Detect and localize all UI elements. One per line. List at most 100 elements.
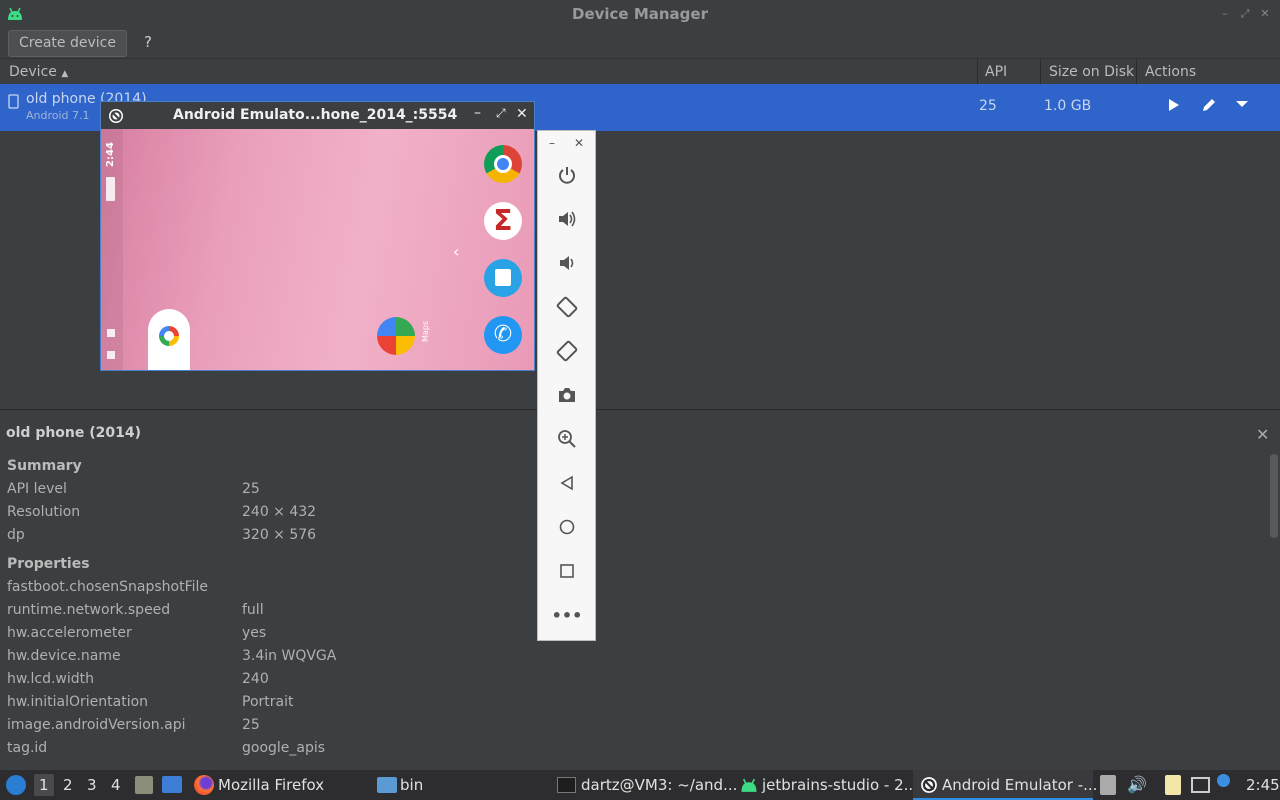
edit-icon[interactable] <box>1201 97 1217 113</box>
overview-icon[interactable] <box>550 556 584 586</box>
device-api: 25 <box>979 98 997 114</box>
emulator-title-bar[interactable]: Android Emulato...hone_2014_:5554 – ⤢ ✕ <box>101 102 534 129</box>
emulator-close-icon[interactable]: ✕ <box>516 106 528 122</box>
device-size: 1.0 GB <box>1044 98 1092 114</box>
start-menu-icon[interactable] <box>6 775 26 795</box>
summary-value: 320 × 576 <box>242 527 317 543</box>
property-value: yes <box>242 625 267 641</box>
workspace-4[interactable]: 4 <box>111 770 121 800</box>
property-label: hw.accelerometer <box>7 625 132 641</box>
minimize-icon[interactable]: – <box>1219 8 1231 20</box>
details-panel: old phone (2014) ✕ Summary API level 25 … <box>0 410 1280 770</box>
workspace-2[interactable]: 2 <box>63 770 73 800</box>
create-device-button[interactable]: Create device <box>8 30 127 57</box>
notes-icon[interactable] <box>1165 775 1181 795</box>
help-button[interactable]: ? <box>140 30 156 55</box>
emulator-maximize-icon[interactable]: ⤢ <box>496 106 506 121</box>
property-label: runtime.network.speed <box>7 602 171 618</box>
summary-label: Resolution <box>7 504 81 520</box>
column-api[interactable]: API <box>985 59 1007 85</box>
sigma-icon[interactable]: Σ <box>484 202 522 240</box>
workspace-1[interactable]: 1 <box>39 770 49 800</box>
property-value: 240 <box>242 671 269 687</box>
rotate-left-icon[interactable] <box>550 292 584 322</box>
window-title: Device Manager <box>572 5 708 23</box>
properties-heading: Properties <box>7 556 90 572</box>
drawer-chevron-icon[interactable]: ‹ <box>453 242 459 261</box>
camera-icon[interactable] <box>550 380 584 410</box>
clipboard-icon[interactable] <box>1100 775 1116 795</box>
title-bar: Device Manager – ⤢ ✕ <box>0 0 1280 29</box>
property-label: fastboot.chosenSnapshotFile <box>7 579 209 595</box>
property-value: google_apis <box>242 740 326 756</box>
power-icon[interactable] <box>550 160 584 190</box>
maps-label: Maps <box>421 320 431 343</box>
property-label: hw.device.name <box>7 648 121 664</box>
task-android-studio[interactable]: jetbrains-studio - 2... <box>762 770 918 800</box>
back-icon[interactable] <box>550 468 584 498</box>
rotate-right-icon[interactable] <box>550 336 584 366</box>
task-bin[interactable]: bin <box>400 770 423 800</box>
column-device[interactable]: Device ▲ <box>9 59 68 85</box>
summary-heading: Summary <box>7 458 82 474</box>
summary-value: 240 × 432 <box>242 504 317 520</box>
device-subtitle: Android 7.1 <box>26 109 90 122</box>
workspace-3[interactable]: 3 <box>87 770 97 800</box>
volume-up-icon[interactable] <box>550 204 584 234</box>
home-icon[interactable] <box>550 512 584 542</box>
show-desktop-icon[interactable] <box>162 776 182 793</box>
restore-icon[interactable]: ⤢ <box>1239 8 1251 20</box>
details-scrollbar[interactable] <box>1270 454 1278 538</box>
chrome-icon[interactable] <box>484 145 522 183</box>
summary-label: API level <box>7 481 67 497</box>
battery-icon <box>106 177 115 201</box>
status-time: 2:44 <box>104 142 116 167</box>
file-manager-icon[interactable] <box>135 776 153 794</box>
update-notifier-icon[interactable] <box>1217 774 1230 787</box>
emulator-toolbar: – ✕ ••• <box>537 130 596 641</box>
zoom-icon[interactable] <box>550 424 584 454</box>
emulator-screen[interactable]: 2:44 Σ ✆ ‹ Maps <box>101 129 534 370</box>
maps-icon[interactable] <box>377 317 415 355</box>
folder-icon <box>377 777 397 793</box>
emulator-title: Android Emulato...hone_2014_:5554 <box>173 107 458 123</box>
network-icon[interactable] <box>1191 777 1210 793</box>
clock[interactable]: 2:45 <box>1246 770 1280 800</box>
google-icon <box>159 326 179 346</box>
property-value: 3.4in WQVGA <box>242 648 337 664</box>
chevron-down-icon[interactable] <box>1235 99 1249 109</box>
property-value: Portrait <box>242 694 294 710</box>
property-label: tag.id <box>7 740 48 756</box>
volume-down-icon[interactable] <box>550 248 584 278</box>
column-actions: Actions <box>1145 64 1197 80</box>
summary-label: dp <box>7 527 25 543</box>
launch-icon[interactable] <box>1167 98 1181 112</box>
property-label: image.androidVersion.api <box>7 717 186 733</box>
property-label: hw.initialOrientation <box>7 694 149 710</box>
property-value: full <box>242 602 264 618</box>
emulator-minimize-icon[interactable]: – <box>474 105 481 121</box>
summary-value: 25 <box>242 481 260 497</box>
property-label: hw.lcd.width <box>7 671 95 687</box>
task-terminal[interactable]: dartz@VM3: ~/and... <box>581 770 737 800</box>
google-search-widget[interactable] <box>148 309 190 370</box>
emulator-logo-icon <box>109 109 123 123</box>
android-studio-icon <box>741 778 757 792</box>
close-details-icon[interactable]: ✕ <box>1256 425 1269 444</box>
volume-icon[interactable]: 🔊 <box>1127 775 1147 794</box>
emulator-window[interactable]: Android Emulato...hone_2014_:5554 – ⤢ ✕ … <box>100 101 535 371</box>
phone-device-icon <box>8 94 19 109</box>
close-icon[interactable]: ✕ <box>1259 8 1271 20</box>
phone-icon[interactable]: ✆ <box>484 316 522 354</box>
task-android-emulator[interactable]: Android Emulator -... <box>942 770 1097 800</box>
column-size[interactable]: Size on Disk <box>1049 59 1134 85</box>
messages-icon[interactable] <box>484 259 522 297</box>
toolbar-close-icon[interactable]: ✕ <box>574 136 584 150</box>
task-firefox[interactable]: Mozilla Firefox <box>218 770 324 800</box>
more-icon[interactable]: ••• <box>550 600 584 630</box>
details-title: old phone (2014) <box>6 425 142 441</box>
toolbar-minimize-icon[interactable]: – <box>549 136 555 150</box>
taskbar: 1 2 3 4 Mozilla Firefox bin dartz@VM3: ~… <box>0 770 1280 800</box>
terminal-icon <box>557 777 576 793</box>
property-value: 25 <box>242 717 260 733</box>
